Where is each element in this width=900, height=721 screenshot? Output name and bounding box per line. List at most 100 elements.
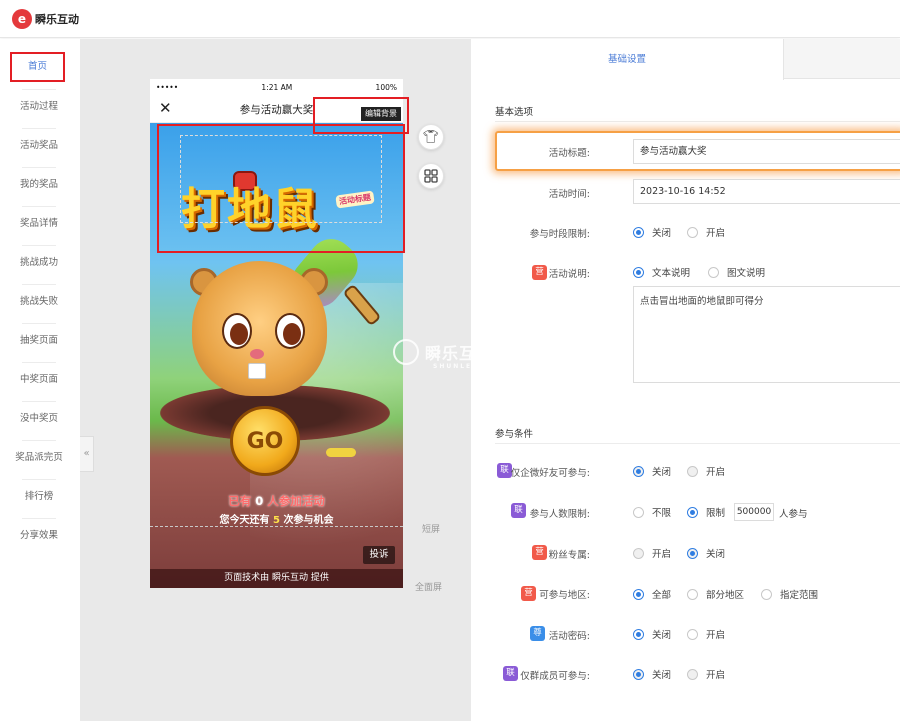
sidebar-item-no-win[interactable]: 没中奖页 [6, 404, 72, 434]
nav-divider [22, 128, 56, 129]
period-on-radio[interactable]: 开启 [687, 225, 725, 239]
group-only-label: 仅群成员可参与: [520, 671, 590, 682]
joined-prefix: 已有 [228, 494, 252, 508]
nav-divider [22, 167, 56, 168]
short-screen-label: 短屏 [422, 525, 441, 535]
fans-only-label: 粉丝专属: [548, 550, 590, 561]
sidebar-item-prizes-out[interactable]: 奖品派完页 [6, 443, 72, 473]
lian-badge: 联 [511, 503, 526, 518]
signal-icon: ••••• [156, 82, 179, 92]
section-divider [495, 443, 900, 444]
tab-basic-settings[interactable]: 基础设置 [471, 39, 784, 80]
nav-divider [22, 323, 56, 324]
ying-badge: 营 [521, 586, 536, 601]
period-off-radio[interactable]: 关闭 [633, 225, 671, 239]
wecom-off-radio[interactable]: 关闭 [633, 464, 671, 478]
count-limit-input[interactable]: 500000 [734, 503, 774, 521]
nav-divider [22, 401, 56, 402]
top-bar: e 瞬乐互动 [0, 0, 900, 38]
sidebar-item-share[interactable]: 分享效果 [6, 521, 72, 551]
desc-text-radio[interactable]: 文本说明 [633, 265, 690, 279]
section-basic-options: 基本选项 [495, 107, 534, 118]
fans-off-radio[interactable]: 关闭 [687, 546, 725, 560]
nav-divider [22, 284, 56, 285]
count-unlimited-radio[interactable]: 不限 [633, 505, 671, 519]
mole-eye [275, 313, 305, 349]
time-label: 活动时间: [548, 189, 590, 200]
highlight-box-logo [157, 124, 405, 253]
ying-badge: 营 [532, 545, 547, 560]
title-input[interactable]: 参与活动赢大奖 [633, 139, 900, 164]
brand-name: 瞬乐互动 [35, 13, 79, 26]
full-screen-label: 全面屏 [415, 583, 443, 593]
group-off-radio[interactable]: 关闭 [633, 667, 671, 681]
description-textarea[interactable]: 点击冒出地面的地鼠即可得分 [633, 286, 900, 383]
password-on-radio[interactable]: 开启 [687, 627, 725, 641]
sidebar-item-lottery[interactable]: 抽奖页面 [6, 326, 72, 356]
nav-divider [22, 479, 56, 480]
sidebar-item-process[interactable]: 活动过程 [6, 92, 72, 122]
brand-logo-icon: e [12, 9, 32, 29]
collapse-sidebar-icon[interactable]: « [80, 436, 94, 472]
battery-level: 100% [375, 82, 397, 92]
wecom-label: 仅企微好友可参与: [510, 468, 590, 479]
section-divider [495, 121, 900, 122]
sidebar: 首页 活动过程 活动奖品 我的奖品 奖品详情 挑战成功 挑战失败 抽奖页面 中奖… [0, 39, 80, 721]
count-unit: 人参与 [779, 509, 808, 520]
nav-divider [22, 362, 56, 363]
powered-by-footer: 页面技术由 瞬乐互动 提供 [150, 569, 403, 588]
joined-count: 0 [255, 494, 264, 508]
lian-badge: 联 [503, 666, 518, 681]
password-off-radio[interactable]: 关闭 [633, 627, 671, 641]
phone-status-bar: ••••• 1:21 AM 100% [150, 79, 403, 95]
desc-image-radio[interactable]: 图文说明 [708, 265, 765, 279]
sidebar-item-prize-detail[interactable]: 奖品详情 [6, 209, 72, 239]
nav-divider [22, 440, 56, 441]
period-limit-label: 参与时段限制: [529, 229, 590, 240]
edit-background-button[interactable]: 编辑背景 [361, 107, 401, 121]
chance-suffix: 次参与机会 [283, 515, 334, 526]
brand-logo[interactable]: e 瞬乐互动 [12, 9, 79, 29]
region-partial-radio[interactable]: 部分地区 [687, 587, 744, 601]
mole-eye [222, 313, 252, 349]
worm-icon [326, 448, 356, 457]
sidebar-item-challenge-fail[interactable]: 挑战失败 [6, 287, 72, 317]
sidebar-item-my-prizes[interactable]: 我的奖品 [6, 170, 72, 200]
grid-icon[interactable] [418, 163, 444, 189]
sidebar-item-leaderboard[interactable]: 排行榜 [6, 482, 72, 512]
nav-divider [22, 245, 56, 246]
joined-count-text: 已有 0 人参加活动 [150, 493, 403, 509]
sidebar-item-home[interactable]: 首页 [10, 52, 65, 82]
wecom-on-radio[interactable]: 开启 [687, 464, 725, 478]
go-button[interactable]: GO [230, 406, 300, 476]
description-label: 活动说明: [548, 269, 590, 280]
sidebar-item-win[interactable]: 中奖页面 [6, 365, 72, 395]
sidebar-item-challenge-success[interactable]: 挑战成功 [6, 248, 72, 278]
chance-prefix: 您今天还有 [219, 515, 270, 526]
count-limit-label: 参与人数限制: [529, 509, 590, 520]
status-time: 1:21 AM [261, 82, 293, 92]
nav-divider [22, 89, 56, 90]
section-conditions: 参与条件 [495, 429, 534, 440]
mole-teeth [248, 363, 266, 379]
nav-divider [22, 206, 56, 207]
ying-badge: 营 [532, 265, 547, 280]
fans-on-radio[interactable]: 开启 [633, 546, 671, 560]
chance-count: 5 [273, 515, 280, 526]
short-screen-line [150, 526, 403, 527]
mole-nose [250, 349, 264, 359]
sidebar-item-prizes[interactable]: 活动奖品 [6, 131, 72, 161]
title-label: 活动标题: [548, 148, 590, 159]
nav-divider [22, 518, 56, 519]
group-on-radio[interactable]: 开启 [687, 667, 725, 681]
count-limit-radio[interactable]: 限制 [687, 505, 725, 519]
zun-badge: 尊 [530, 626, 545, 641]
region-all-radio[interactable]: 全部 [633, 587, 671, 601]
joined-suffix: 人参加活动 [267, 494, 325, 508]
password-label: 活动密码: [548, 631, 590, 642]
chances-text: 您今天还有 5 次参与机会 [150, 511, 403, 526]
region-range-radio[interactable]: 指定范围 [761, 587, 818, 601]
shirt-icon[interactable]: 👕︎ [418, 124, 444, 150]
report-button[interactable]: 投诉 [363, 546, 395, 564]
time-input[interactable]: 2023-10-16 14:52 [633, 179, 900, 204]
